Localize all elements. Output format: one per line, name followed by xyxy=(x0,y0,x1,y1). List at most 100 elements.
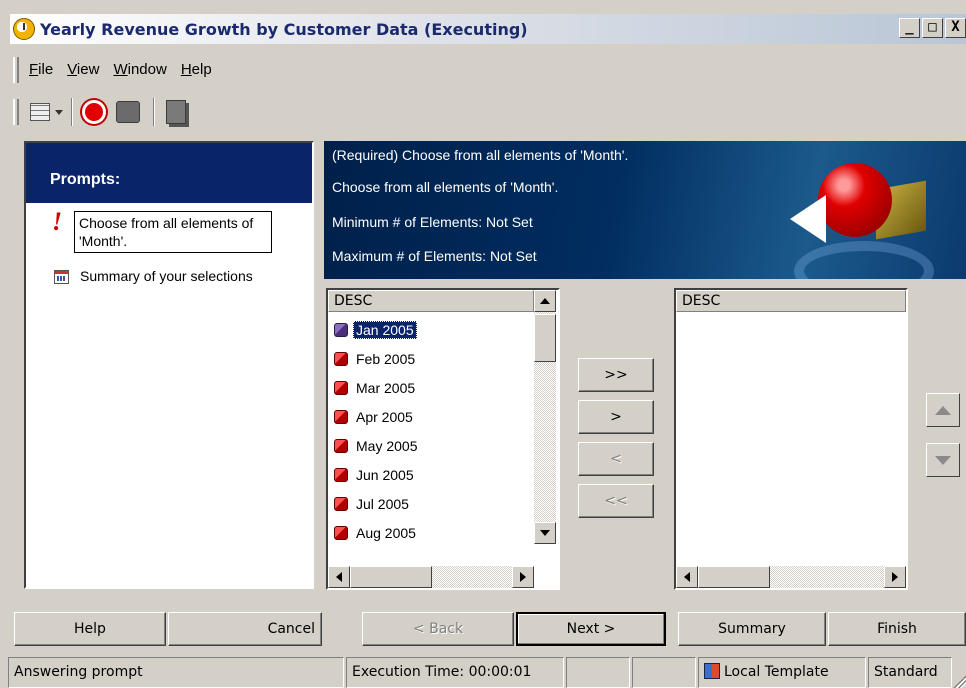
back-button[interactable]: < Back xyxy=(362,612,514,646)
help-button[interactable]: Help xyxy=(14,612,166,646)
list-item-label: Jan 2005 xyxy=(353,321,417,339)
menu-window-mnemonic: W xyxy=(113,61,128,78)
scroll-up-arrow-icon xyxy=(540,298,550,304)
list-item[interactable]: Jul 2005 xyxy=(334,492,412,516)
status-message: Answering prompt xyxy=(8,657,344,688)
menu-view-label: iew xyxy=(76,61,100,78)
list-item-label: Mar 2005 xyxy=(356,380,416,396)
resize-grip[interactable] xyxy=(952,674,966,688)
next-button[interactable]: Next > xyxy=(516,612,666,646)
scroll-left-button[interactable] xyxy=(328,566,350,588)
list-item[interactable]: Apr 2005 xyxy=(334,405,416,429)
move-down-button[interactable] xyxy=(926,443,960,477)
grid-view-button[interactable] xyxy=(29,97,51,127)
list-item-label: May 2005 xyxy=(356,438,418,454)
summary-icon xyxy=(54,270,69,284)
menu-help[interactable]: Help xyxy=(181,61,212,78)
show-legend-link[interactable]: Show legend xyxy=(30,566,111,582)
list-item-label: Aug 2005 xyxy=(356,525,416,541)
list-item[interactable]: Aug 2005 xyxy=(334,521,419,545)
menu-view[interactable]: View xyxy=(67,61,99,78)
view-dropdown-button[interactable] xyxy=(53,97,65,127)
close-button[interactable]: X xyxy=(945,18,966,38)
finish-button[interactable]: Finish xyxy=(828,612,966,646)
toolbar-grip[interactable] xyxy=(13,99,19,125)
stop-button[interactable] xyxy=(79,97,109,127)
banner-required-text: (Required) Choose from all elements of '… xyxy=(332,147,629,163)
application-window: Yearly Revenue Growth by Customer Data (… xyxy=(0,0,966,688)
scroll-down-arrow-icon xyxy=(540,530,550,536)
add-all-button[interactable]: >> xyxy=(578,358,654,392)
list-item[interactable]: Jan 2005 xyxy=(334,318,417,342)
grid-view-icon xyxy=(30,103,50,121)
timer-icon xyxy=(13,18,35,40)
menu-help-label: elp xyxy=(191,61,212,78)
mode-indicator: Standard xyxy=(868,657,952,688)
banner-min-elements: Minimum # of Elements: Not Set xyxy=(332,214,533,230)
remove-button[interactable]: < xyxy=(578,442,654,476)
list-item-label: Feb 2005 xyxy=(356,351,416,367)
toolbar-separator-2 xyxy=(153,98,155,126)
list-item[interactable]: Mar 2005 xyxy=(334,376,418,400)
list-item-label: Apr 2005 xyxy=(356,409,413,425)
horizontal-scroll-thumb[interactable] xyxy=(350,566,432,588)
title-bar[interactable]: Yearly Revenue Growth by Customer Data (… xyxy=(10,14,966,44)
pages-button[interactable] xyxy=(161,97,191,127)
element-cube-icon xyxy=(334,381,348,395)
pages-icon xyxy=(166,100,186,124)
prompt-item-summary[interactable]: Summary of your selections xyxy=(52,267,260,285)
menu-window-label: indow xyxy=(127,61,167,78)
list-item-label: Jun 2005 xyxy=(356,467,414,483)
move-up-icon xyxy=(935,405,951,415)
selected-list-header[interactable]: DESC xyxy=(676,290,906,312)
scroll-right-button[interactable] xyxy=(512,566,534,588)
cancel-button[interactable]: Cancel xyxy=(168,612,322,646)
list-item[interactable]: May 2005 xyxy=(334,434,420,458)
scroll-down-button[interactable] xyxy=(534,522,556,544)
banner-max-elements: Maximum # of Elements: Not Set xyxy=(332,248,537,264)
horizontal-scroll-thumb[interactable] xyxy=(698,566,770,588)
vertical-scroll-thumb[interactable] xyxy=(534,314,556,362)
prompts-panel: Prompts: ! Choose from all elements of '… xyxy=(24,141,314,589)
re-prompt-icon xyxy=(116,101,140,123)
available-vertical-scrollbar[interactable] xyxy=(534,290,556,544)
add-button[interactable]: > xyxy=(578,400,654,434)
template-label: Local Template xyxy=(724,664,829,680)
menubar-grip[interactable] xyxy=(13,56,19,83)
element-cube-icon xyxy=(334,526,348,540)
move-up-button[interactable] xyxy=(926,393,960,427)
stop-icon xyxy=(82,100,106,124)
selected-horizontal-scrollbar[interactable] xyxy=(676,566,906,588)
window-controls: _ □ X xyxy=(899,18,966,38)
re-prompt-button[interactable] xyxy=(113,97,143,127)
template-icon xyxy=(704,663,720,679)
template-indicator: Local Template xyxy=(698,657,866,688)
scroll-left-button[interactable] xyxy=(676,566,698,588)
menu-file-label: ile xyxy=(38,61,54,78)
element-cube-icon xyxy=(334,352,348,366)
remove-all-button[interactable]: << xyxy=(578,484,654,518)
scroll-right-arrow-icon xyxy=(520,572,526,582)
maximize-button[interactable]: □ xyxy=(922,18,943,38)
menu-file-mnemonic: F xyxy=(29,61,39,78)
scroll-left-arrow-icon xyxy=(684,572,690,582)
list-item[interactable]: Feb 2005 xyxy=(334,347,418,371)
available-horizontal-scrollbar[interactable] xyxy=(328,566,534,588)
scroll-up-button[interactable] xyxy=(534,290,556,312)
prompt-item-month[interactable]: ! Choose from all elements of 'Month'. xyxy=(52,207,272,253)
minimize-button[interactable]: _ xyxy=(899,18,920,38)
element-cube-icon xyxy=(334,410,348,424)
menu-window[interactable]: Window xyxy=(113,61,166,78)
selected-elements-list[interactable]: DESC xyxy=(674,288,908,590)
menu-help-mnemonic: H xyxy=(180,61,192,78)
list-item[interactable]: Jun 2005 xyxy=(334,463,417,487)
prompt-banner: (Required) Choose from all elements of '… xyxy=(324,141,966,279)
available-elements-list[interactable]: DESC Jan 2005 Feb 2005 Mar 2005 Apr 2005 May… xyxy=(326,288,560,590)
summary-button[interactable]: Summary xyxy=(678,612,826,646)
prompt-item-label: Summary of your selections xyxy=(80,268,253,284)
toolbar xyxy=(10,92,230,132)
available-list-header[interactable]: DESC xyxy=(328,290,534,312)
menu-file[interactable]: File xyxy=(29,61,53,78)
scroll-right-button[interactable] xyxy=(884,566,906,588)
required-exclamation-icon: ! xyxy=(52,207,63,236)
